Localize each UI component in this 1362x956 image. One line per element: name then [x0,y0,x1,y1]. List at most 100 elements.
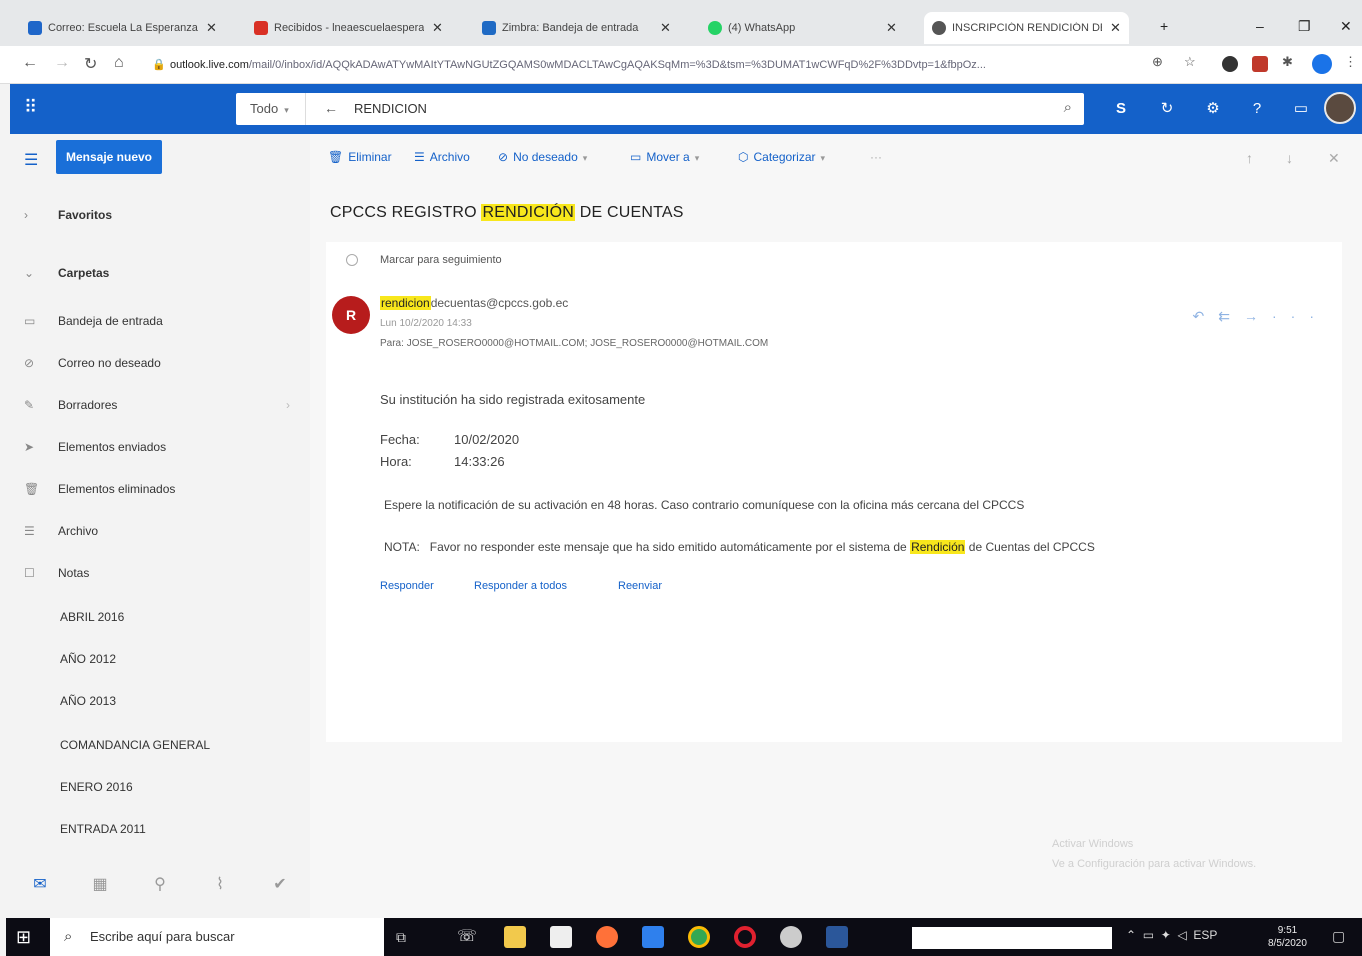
new-tab-button[interactable]: + [1160,18,1168,34]
search-input[interactable]: RENDICION [354,93,427,125]
search-back-icon[interactable]: ← [324,100,338,116]
more-actions-button[interactable]: ··· [870,150,882,164]
close-tab-icon[interactable]: ✕ [206,20,217,36]
previous-message-icon[interactable]: ↑ [1246,150,1253,166]
tab-correo[interactable]: Correo: Escuela La Esperanza - ✕ [20,12,225,44]
sidebar-item-deleted[interactable]: 🗑 Elementos eliminados [10,474,310,504]
refresh-sync-icon[interactable]: ↻ [1156,98,1178,120]
phone-icon[interactable]: ☏ [456,926,478,948]
volume-icon[interactable]: ◁ [1177,928,1186,942]
url-field[interactable]: outlook.live.com/mail/0/inbox/id/AQQkADA… [170,54,1160,76]
new-mail-button[interactable]: Mensaje nuevo [56,140,162,174]
close-icon[interactable]: ✕ [1328,150,1340,167]
opera-icon[interactable] [734,926,756,948]
forward-link[interactable]: Reenviar [618,580,662,592]
star-icon[interactable]: ☆ [1184,54,1196,70]
sidebar-item-archive[interactable]: ☰ Archivo [10,516,310,546]
extension-icon[interactable] [1252,56,1268,72]
tab-zimbra[interactable]: Zimbra: Bandeja de entrada ✕ [474,12,679,44]
tab-inscripcion[interactable]: INSCRIPCIÓN RENDICIÓN DE C ✕ [924,12,1129,44]
file-explorer-icon[interactable] [504,926,526,948]
app-icon[interactable] [780,926,802,948]
hamburger-icon[interactable]: ☰ [24,150,38,170]
search-box[interactable]: Todo ▾ ← RENDICION ⌕ [236,93,1084,125]
feedback-icon[interactable]: ▭ [1290,98,1312,120]
search-icon[interactable]: ⌕ [1064,99,1072,116]
profile-icon[interactable] [1312,54,1332,74]
close-tab-icon[interactable]: ✕ [432,20,443,36]
extension-icon[interactable] [1222,56,1238,72]
todo-check-icon[interactable]: ✔ [250,874,310,908]
back-arrow-icon[interactable]: ← [22,54,38,72]
dropbox-icon[interactable]: ✦ [1161,928,1171,942]
reply-link[interactable]: Responder [380,580,434,592]
clock[interactable]: 9:51 8/5/2020 [1268,924,1307,950]
close-tab-icon[interactable]: ✕ [1110,20,1121,36]
menu-dots-icon[interactable]: ⋮ [1344,54,1357,70]
reply-icon[interactable]: ↶ [1193,308,1219,324]
tab-gmail[interactable]: Recibidos - lneaescuelaesperanza ✕ [246,12,451,44]
flag-radio[interactable] [346,254,358,266]
taskbar-search[interactable]: ⌕ Escribe aquí para buscar [50,918,384,956]
forward-icon[interactable]: → [1244,308,1272,324]
sidebar-item-abril-2016[interactable]: ABRIL 2016 [10,602,310,632]
junk-button[interactable]: ⊘ No deseado ▾ [498,150,587,164]
sidebar-item-drafts[interactable]: ✎ Borradores › [10,390,310,420]
firefox-icon[interactable] [596,926,618,948]
close-window-button[interactable]: ✕ [1340,18,1352,35]
help-icon[interactable]: ? [1246,98,1268,120]
next-message-icon[interactable]: ↓ [1286,150,1293,166]
reload-icon[interactable]: ↻ [84,54,97,74]
categorize-button[interactable]: ⬡ Categorizar ▾ [738,150,825,164]
sidebar-item-ano-2012[interactable]: AÑO 2012 [10,644,310,674]
favorites-toggle[interactable]: › Favoritos [10,200,310,230]
people-icon[interactable]: ⚲ [130,874,190,908]
attach-icon[interactable]: ⌇ [190,874,250,908]
close-tab-icon[interactable]: ✕ [886,20,897,36]
mail-app-icon[interactable] [642,926,664,948]
search-scope-dropdown[interactable]: Todo ▾ [236,93,306,125]
folders-toggle[interactable]: ⌄ Carpetas [10,258,310,288]
app-launcher-icon[interactable]: ⠿ [24,98,42,116]
close-tab-icon[interactable]: ✕ [660,20,671,36]
info-icon[interactable]: ⊕ [1152,54,1163,70]
home-icon[interactable]: ⌂ [114,54,124,72]
reply-all-link[interactable]: Responder a todos [474,580,567,592]
skype-icon[interactable]: S [1110,98,1132,120]
sidebar-item-sent[interactable]: ➤ Elementos enviados [10,432,310,462]
sidebar-item-enero-2016[interactable]: ENERO 2016 [10,772,310,802]
puzzle-icon[interactable]: ✱ [1282,54,1293,70]
lock-icon[interactable]: 🔒 [152,58,166,71]
windows-start-icon[interactable]: ⊞ [16,927,31,948]
tray-chevron-icon[interactable]: ⌃ [1126,928,1136,942]
sidebar-item-junk[interactable]: ⊘ Correo no deseado [10,348,310,378]
forward-arrow-icon[interactable]: → [54,54,70,72]
user-avatar[interactable] [1324,92,1356,124]
send-icon: ➤ [24,440,35,454]
sidebar-item-entrada-2011[interactable]: ENTRADA 2011 [10,814,310,844]
minimize-button[interactable]: – [1256,18,1264,34]
tray-input[interactable] [912,927,1112,949]
store-icon[interactable] [550,926,572,948]
task-view-icon[interactable]: ⧉ [390,926,412,948]
restore-button[interactable]: ❐ [1298,18,1311,35]
delete-button[interactable]: 🗑 Eliminar [328,150,392,164]
network-icon[interactable]: ▭ [1143,928,1154,942]
calendar-icon[interactable]: ▦ [70,874,130,908]
more-dots-icon[interactable]: ··· [1272,308,1328,324]
word-icon[interactable] [826,926,848,948]
move-to-button[interactable]: ▭ Mover a ▾ [630,150,699,164]
archive-button[interactable]: ☰ Archivo [414,150,470,164]
sender-address[interactable]: rendiciondecuentas@cpccs.gob.ec [380,296,568,310]
tab-whatsapp[interactable]: (4) WhatsApp ✕ [700,12,905,44]
mail-icon[interactable]: ✉ [10,874,70,908]
sidebar-item-notes[interactable]: ☐ Notas [10,558,310,588]
language-indicator[interactable]: ESP [1193,928,1217,942]
sidebar-item-ano-2013[interactable]: AÑO 2013 [10,686,310,716]
sidebar-item-inbox[interactable]: ▭ Bandeja de entrada [10,306,310,336]
notifications-icon[interactable]: ▢ [1332,928,1345,945]
chrome-icon[interactable] [688,926,710,948]
sidebar-item-comandancia[interactable]: COMANDANCIA GENERAL [10,730,310,760]
gear-icon[interactable]: ⚙ [1202,98,1224,120]
reply-all-icon[interactable]: ⇇ [1218,308,1244,324]
